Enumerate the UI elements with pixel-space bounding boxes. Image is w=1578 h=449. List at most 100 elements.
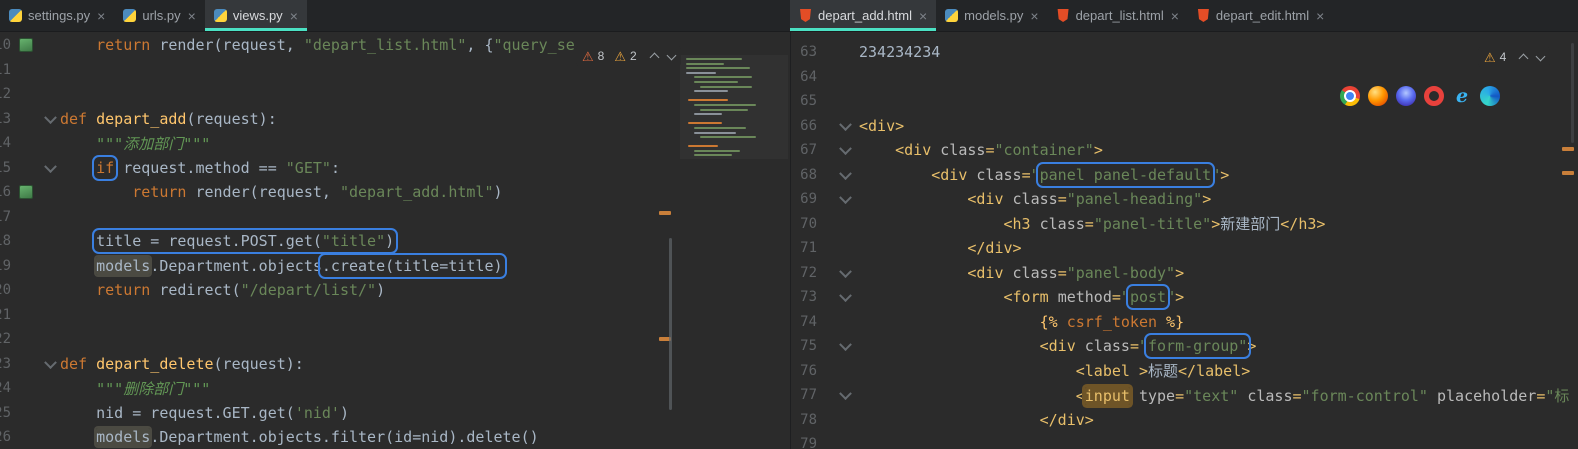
fold-arrow-icon[interactable]: [839, 338, 852, 352]
tab-settings-py[interactable]: settings.py ×: [0, 0, 114, 31]
fold-arrow-icon[interactable]: [839, 265, 852, 278]
chrome-icon[interactable]: [1340, 86, 1360, 106]
line-number[interactable]: 70: [791, 216, 817, 232]
line-number[interactable]: 17: [0, 209, 11, 225]
line-number[interactable]: 76: [791, 363, 817, 379]
gutter-icons: [12, 58, 60, 83]
inspection-count[interactable]: ⚠ 8: [582, 49, 604, 63]
tab-urls-py[interactable]: urls.py ×: [114, 0, 204, 31]
tab-depart_edit-html[interactable]: depart_edit.html ×: [1188, 0, 1333, 31]
inspection-count[interactable]: ⚠ 4: [1484, 50, 1506, 64]
line-number[interactable]: 67: [791, 142, 817, 158]
line-number[interactable]: 21: [0, 307, 11, 323]
line-number[interactable]: 78: [791, 412, 817, 428]
close-icon[interactable]: ×: [97, 9, 105, 23]
code-token: ": [1138, 337, 1148, 356]
line-number[interactable]: 72: [791, 265, 817, 281]
right-editor-pane[interactable]: 63 234234234 64 65 66 <div> 67 <div class="con…: [791, 31, 1578, 449]
code-line: 70 <h3 class="panel-title">新建部门</h3>: [791, 212, 1578, 237]
chevron-down-icon[interactable]: [666, 50, 677, 60]
line-number[interactable]: 69: [791, 191, 817, 207]
fold-arrow-icon[interactable]: [839, 387, 852, 401]
error-stripe-mark[interactable]: [659, 211, 671, 215]
close-icon[interactable]: ×: [1316, 9, 1324, 23]
gutter: 22: [0, 327, 12, 352]
line-number[interactable]: 79: [791, 436, 817, 449]
minimap-line: [694, 154, 732, 157]
chevron-up-icon[interactable]: [1518, 53, 1529, 64]
line-number[interactable]: 25: [0, 405, 11, 421]
line-number[interactable]: 16: [0, 184, 11, 200]
tab-views-py[interactable]: views.py ×: [204, 0, 307, 31]
firefox-icon[interactable]: [1368, 86, 1388, 106]
tab-depart_list-html[interactable]: depart_list.html ×: [1048, 0, 1188, 31]
code-line: 78 </div>: [791, 408, 1578, 433]
line-number[interactable]: 20: [0, 282, 11, 298]
line-number[interactable]: 26: [0, 429, 11, 445]
line-number[interactable]: 18: [0, 233, 11, 249]
line-number[interactable]: 10: [0, 37, 11, 53]
chevron-down-icon[interactable]: [1535, 51, 1546, 61]
line-number[interactable]: 22: [0, 331, 11, 347]
ie-icon[interactable]: [1452, 86, 1472, 106]
error-stripe-mark[interactable]: [1562, 147, 1574, 151]
line-number[interactable]: 23: [0, 356, 11, 372]
fold-arrow-icon[interactable]: [839, 167, 852, 180]
line-number[interactable]: 24: [0, 380, 11, 396]
scrollbar-thumb[interactable]: [669, 238, 672, 410]
line-number[interactable]: 13: [0, 111, 11, 127]
fold-arrow-icon[interactable]: [839, 142, 852, 156]
code-token: .Department.objects.filter(id=nid).delet…: [150, 428, 539, 447]
code-token: depart_delete: [96, 354, 214, 373]
tab-depart_add-html[interactable]: depart_add.html ×: [790, 0, 937, 31]
line-number[interactable]: 77: [791, 387, 817, 403]
fold-arrow-icon[interactable]: [44, 111, 57, 124]
close-icon[interactable]: ×: [188, 9, 196, 23]
line-number[interactable]: 64: [791, 69, 817, 85]
edge-icon[interactable]: [1480, 86, 1500, 106]
template-gutter-icon[interactable]: [19, 185, 33, 200]
chevron-up-icon[interactable]: [649, 52, 660, 63]
fold-arrow-icon[interactable]: [839, 118, 852, 131]
line-number[interactable]: 63: [791, 44, 817, 60]
safari-icon[interactable]: [1396, 86, 1416, 106]
inspection-count[interactable]: ⚠ 2: [614, 49, 636, 63]
fold-arrow-icon[interactable]: [839, 289, 852, 303]
line-number[interactable]: 66: [791, 118, 817, 134]
line-number[interactable]: 14: [0, 135, 11, 151]
fold-arrow-icon[interactable]: [44, 356, 57, 369]
line-number[interactable]: 65: [791, 93, 817, 109]
line-number[interactable]: 12: [0, 86, 11, 102]
gutter: 10: [0, 33, 12, 58]
line-number[interactable]: 73: [791, 289, 817, 305]
opera-icon[interactable]: [1424, 86, 1444, 106]
scrollbar-thumb[interactable]: [1571, 43, 1574, 143]
python-file-icon: [945, 9, 959, 22]
code-content: <input type="text" class="form-control" …: [859, 385, 1569, 406]
line-number[interactable]: 19: [0, 258, 11, 274]
code-line: 77 <input type="text" class="form-contro…: [791, 383, 1578, 408]
close-icon[interactable]: ×: [919, 9, 927, 23]
left-editor-pane[interactable]: 10 return render(request, "depart_list.h…: [0, 31, 790, 449]
error-stripe-mark[interactable]: [1562, 171, 1574, 175]
line-number[interactable]: 71: [791, 240, 817, 256]
right-tab-group: depart_add.html × models.py × depart_list.ht…: [790, 0, 1333, 31]
line-number[interactable]: 15: [0, 160, 11, 176]
minimap[interactable]: [680, 55, 788, 159]
fold-arrow-icon[interactable]: [44, 160, 57, 173]
line-number[interactable]: 11: [0, 62, 11, 78]
close-icon[interactable]: ×: [1171, 9, 1179, 23]
code-token: .create(title=title): [321, 256, 503, 275]
close-icon[interactable]: ×: [1030, 9, 1038, 23]
close-icon[interactable]: ×: [290, 9, 298, 23]
inspection-count-label: 4: [1499, 50, 1507, 64]
gutter-icons: [12, 401, 60, 426]
line-number[interactable]: 75: [791, 338, 817, 354]
line-number[interactable]: 74: [791, 314, 817, 330]
template-gutter-icon[interactable]: [19, 38, 33, 53]
fold-arrow-icon[interactable]: [839, 191, 852, 205]
tab-models-py[interactable]: models.py ×: [936, 0, 1047, 31]
line-number[interactable]: 68: [791, 167, 817, 183]
